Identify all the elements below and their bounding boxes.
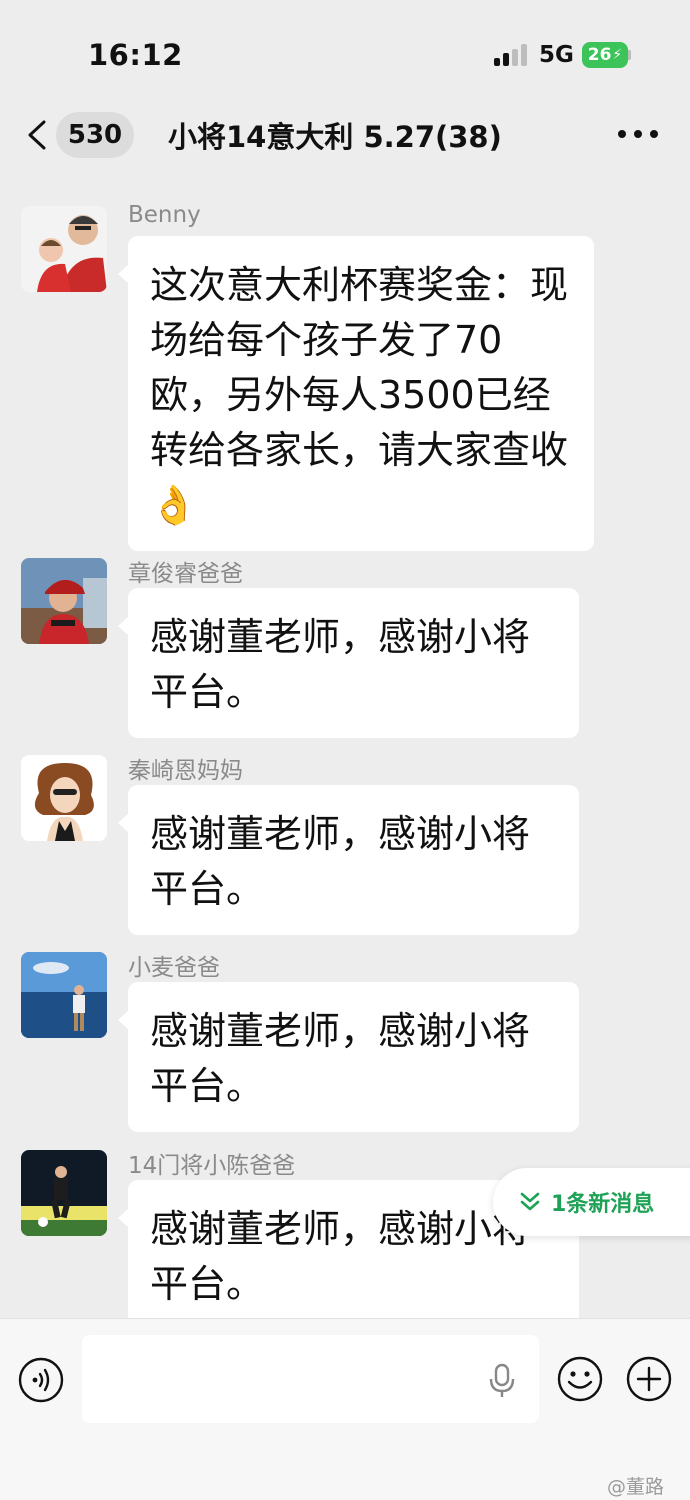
sender-name: 章俊睿爸爸 (128, 561, 243, 587)
chat-header: 530 小将14意大利 5.27(38) (0, 100, 690, 172)
watermark: @董路 (607, 1476, 665, 1498)
status-bar: 16:12 5G 26 ⚡ (0, 0, 690, 100)
unread-count-badge[interactable]: 530 (56, 112, 134, 158)
chat-title: 小将14意大利 5.27(38) (168, 120, 502, 154)
battery-tip (628, 50, 631, 60)
boy-red-cap-avatar[interactable] (21, 558, 107, 644)
voice-mode-icon[interactable] (18, 1357, 64, 1403)
status-time: 16:12 (88, 38, 183, 72)
message-bubble[interactable]: 感谢董老师，感谢小将平台。 (118, 588, 579, 738)
sender-name: 秦崎恩妈妈 (128, 758, 243, 784)
input-bar (0, 1318, 690, 1500)
microphone-icon[interactable] (487, 1363, 517, 1399)
emoji-icon[interactable] (556, 1355, 604, 1403)
sender-name: 14门将小陈爸爸 (128, 1153, 296, 1179)
goalkeeper-avatar[interactable] (21, 1150, 107, 1236)
sender-name: 小麦爸爸 (128, 955, 220, 981)
new-messages-button[interactable]: 1条新消息 (493, 1168, 690, 1236)
more-options-icon[interactable] (616, 120, 660, 148)
double-chevron-down-icon (520, 1192, 540, 1211)
message-bubble[interactable]: 感谢董老师，感谢小将平台。 (118, 982, 579, 1132)
man-by-sea-avatar[interactable] (21, 952, 107, 1038)
sender-name: Benny (128, 202, 201, 228)
message-bubble[interactable]: 这次意大利杯赛奖金：现场给每个孩子发了70欧，另外每人3500已经转给各家长，请… (118, 236, 594, 551)
back-arrow-icon[interactable] (26, 120, 48, 150)
message-input[interactable] (82, 1335, 539, 1423)
battery-level: 26 (587, 45, 612, 65)
signal-icon (494, 44, 528, 66)
plus-icon[interactable] (625, 1355, 673, 1403)
man-holding-baby-avatar[interactable] (21, 206, 107, 292)
cartoon-woman-avatar[interactable] (21, 755, 107, 841)
new-messages-label: 1条新消息 (551, 1192, 655, 1217)
network-type: 5G (539, 42, 574, 68)
battery-icon: 26 ⚡ (582, 42, 628, 68)
message-bubble[interactable]: 感谢董老师，感谢小将平台。 (118, 785, 579, 935)
